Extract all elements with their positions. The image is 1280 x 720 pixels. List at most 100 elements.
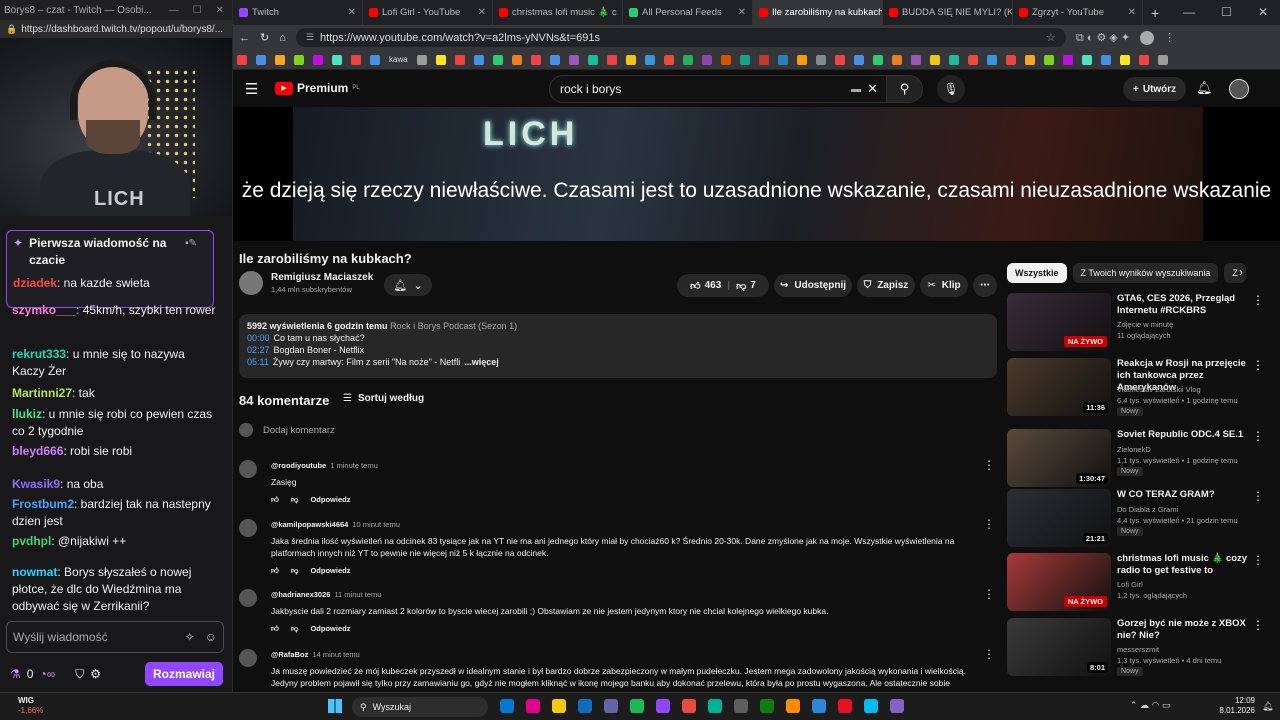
bookmark-icon[interactable]	[891, 54, 902, 65]
more-icon[interactable]: ⋮	[1252, 489, 1264, 503]
bookmark-icon[interactable]	[1043, 54, 1054, 65]
clip-button[interactable]: ✂ Klip	[920, 274, 968, 297]
comment-menu-icon[interactable]: ⋮	[983, 517, 995, 531]
bookmark-icon[interactable]	[435, 54, 446, 65]
profile-avatar[interactable]	[1140, 30, 1155, 45]
comment-author[interactable]: @roodiyoutube	[271, 461, 326, 470]
tab-close-icon[interactable]: ✕	[478, 7, 486, 18]
reply-button[interactable]: Odpowiedz	[310, 565, 350, 577]
bookmark-icon[interactable]	[625, 54, 636, 65]
description-playlist[interactable]: Rock i Borys Podcast (Sezon 1)	[390, 321, 517, 331]
taskbar-app-icon[interactable]	[838, 699, 852, 713]
search-input[interactable]: rock i borys ▬ ✕	[549, 75, 887, 103]
keyboard-icon[interactable]: ▬	[851, 84, 861, 95]
bookmark-icon[interactable]	[530, 54, 541, 65]
related-title[interactable]: Soviet Republic ODC.4 SE.1	[1117, 429, 1249, 441]
bookmark-icon[interactable]	[587, 54, 598, 65]
bookmark-icon[interactable]	[777, 54, 788, 65]
video-thumbnail[interactable]: 1:30:47	[1007, 429, 1111, 487]
bookmark-icon[interactable]	[313, 54, 323, 65]
video-thumbnail[interactable]: NA ŻYWO	[1007, 293, 1111, 351]
show-more-link[interactable]: ...więcej	[464, 357, 499, 367]
video-thumbnail[interactable]: 21:21	[1007, 489, 1111, 547]
taskbar-app-icon[interactable]	[864, 699, 878, 713]
settings-icon[interactable]: ⚙	[90, 667, 101, 681]
more-icon[interactable]: ⋮	[1252, 553, 1264, 567]
channel-points-icon[interactable]: ⚗	[10, 667, 21, 681]
taskbar-app-icon[interactable]	[630, 699, 644, 713]
bookmark-icon[interactable]	[929, 54, 940, 65]
minimize-icon[interactable]: —	[1183, 5, 1195, 19]
taskbar-search[interactable]: ⚲ Wyszukaj	[352, 697, 488, 717]
bookmark-icon[interactable]	[1100, 54, 1111, 65]
taskbar-app-icon[interactable]	[786, 699, 800, 713]
effects-icon[interactable]: ✧	[185, 630, 195, 644]
channel-name[interactable]: Remigiusz Maciaszek	[271, 272, 373, 283]
more-icon[interactable]: ⋮	[1252, 358, 1264, 372]
bookmark-icon[interactable]	[701, 54, 712, 65]
bookmark-icon[interactable]	[568, 54, 579, 65]
bookmark-icon[interactable]	[237, 54, 247, 65]
clear-search-icon[interactable]: ✕	[867, 81, 878, 97]
chat-username[interactable]: Kwasik9	[12, 477, 60, 491]
related-title[interactable]: GTA6, CES 2026, Przegląd Internetu #RCKB…	[1117, 293, 1249, 317]
taskbar-app-icon[interactable]	[760, 699, 774, 713]
related-channel[interactable]: messerszmit	[1117, 645, 1159, 654]
menu-icon[interactable]: ⋮	[1164, 31, 1175, 44]
taskbar-app-icon[interactable]	[708, 699, 722, 713]
video-thumbnail[interactable]: 8:01	[1007, 618, 1111, 676]
taskbar-app-icon[interactable]	[734, 699, 748, 713]
bookmark-icon[interactable]	[910, 54, 921, 65]
channel-avatar[interactable]	[239, 271, 263, 295]
thumb-down-icon[interactable]: 👎︎	[291, 494, 299, 506]
bookmark-icon[interactable]	[454, 54, 465, 65]
chat-username[interactable]: szymko___	[12, 303, 76, 317]
commenter-avatar[interactable]	[239, 519, 257, 537]
bookmark-icon[interactable]	[1119, 54, 1130, 65]
more-icon[interactable]: ⋮	[1252, 293, 1264, 307]
bookmark-icon[interactable]	[370, 54, 380, 65]
bookmark-label[interactable]: kawa	[389, 55, 408, 64]
site-info-icon[interactable]: ☰	[306, 32, 314, 43]
twitch-url-bar[interactable]: 🔒 https://dashboard.twitch.tv/popout/u/b…	[0, 20, 232, 38]
taskbar-app-icon[interactable]	[604, 699, 618, 713]
bookmark-icon[interactable]	[294, 54, 304, 65]
thumb-up-icon[interactable]: 👍︎	[271, 623, 279, 635]
search-button[interactable]: ⚲	[887, 75, 923, 103]
comment-time[interactable]: 10 minut temu	[352, 520, 400, 529]
taskbar-app-icon[interactable]	[890, 699, 904, 713]
maximize-icon[interactable]: ☐	[1221, 5, 1232, 19]
bookmark-icon[interactable]	[796, 54, 807, 65]
bookmark-icon[interactable]	[872, 54, 883, 65]
pin-icon[interactable]: ▪✎	[185, 235, 197, 269]
bookmark-icon[interactable]	[739, 54, 750, 65]
bookmark-icon[interactable]	[1157, 54, 1168, 65]
chat-username[interactable]: bleyd666	[12, 444, 63, 458]
comment-time[interactable]: 1 minutę temu	[330, 461, 378, 470]
account-avatar[interactable]	[1229, 79, 1249, 99]
thumb-down-icon[interactable]: 👎︎	[291, 623, 299, 635]
comment-author[interactable]: @hadrianex3026	[271, 590, 330, 599]
share-button[interactable]: ↪ Udostępnij	[774, 274, 852, 297]
chapter-timestamp[interactable]: 00:00	[247, 333, 270, 343]
bookmark-icon[interactable]	[549, 54, 560, 65]
comment-menu-icon[interactable]: ⋮	[983, 458, 995, 472]
system-clock[interactable]: 12:09 8.01.2026	[1215, 696, 1255, 716]
taskbar-app-icon[interactable]	[682, 699, 696, 713]
related-title[interactable]: christmas lofi music 🎄 cozy radio to get…	[1117, 553, 1249, 577]
thumb-down-icon[interactable]: 👎︎	[291, 565, 299, 577]
bookmark-icon[interactable]	[663, 54, 674, 65]
video-player[interactable]: LICH że dzieją się rzeczy niewłaściwe. C…	[233, 107, 1280, 241]
bookmark-icon[interactable]	[1005, 54, 1016, 65]
taskbar-app-icon[interactable]	[578, 699, 592, 713]
bookmark-icon[interactable]	[275, 54, 285, 65]
related-title[interactable]: Gorzej być nie może z XBOX nie? Nie?	[1117, 618, 1249, 642]
bookmark-star-icon[interactable]: ☆	[1046, 31, 1056, 44]
video-thumbnail[interactable]: 11:36	[1007, 358, 1111, 416]
comment-author[interactable]: @RafaBoz	[271, 650, 308, 659]
minimize-icon[interactable]: —	[169, 5, 179, 16]
save-button[interactable]: ⛉ Zapisz	[857, 274, 915, 297]
related-video[interactable]: 11:36 Reakcja w Rosji na przejęcie ich ta…	[1007, 358, 1277, 418]
browser-tab[interactable]: All Personal Feeds ✕	[623, 0, 753, 25]
bookmark-icon[interactable]	[720, 54, 731, 65]
